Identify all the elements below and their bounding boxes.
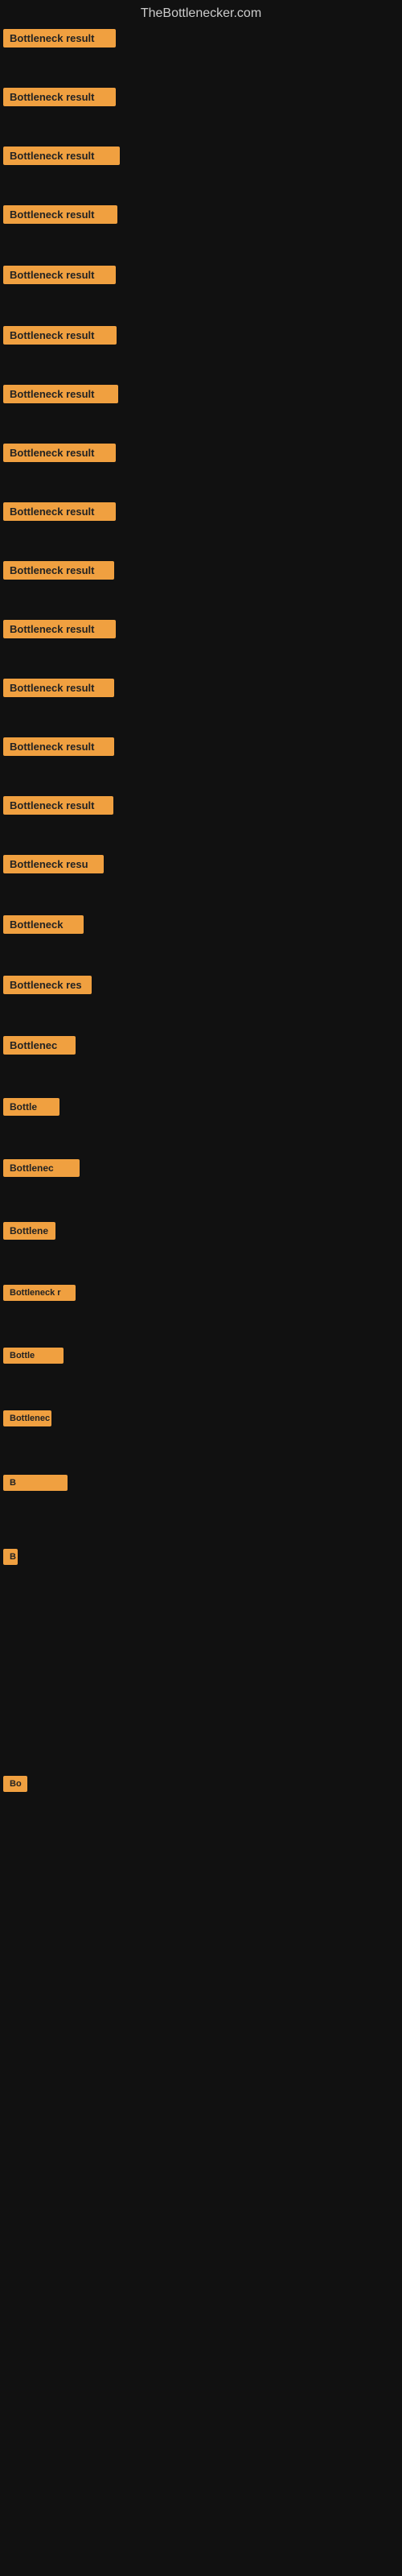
bottleneck-row: Bottleneck result	[3, 380, 402, 408]
bottleneck-row: Bottleneck resu	[3, 850, 402, 878]
bottleneck-badge[interactable]: Bottleneck res	[3, 976, 92, 994]
bottleneck-badge[interactable]: Bottleneck result	[3, 29, 116, 47]
bottleneck-badge[interactable]: Bottleneck result	[3, 326, 117, 345]
bottleneck-row: Bottleneck result	[3, 439, 402, 467]
bottleneck-row: Bottleneck result	[3, 556, 402, 584]
bottleneck-badge[interactable]: Bottleneck result	[3, 620, 116, 638]
bottleneck-row: Bottleneck result	[3, 321, 402, 349]
bottleneck-row: Bottle	[3, 1093, 402, 1121]
bottleneck-badge[interactable]: Bottleneck result	[3, 561, 114, 580]
bottleneck-badge[interactable]: Bottleneck result	[3, 679, 114, 697]
bottleneck-row: Bottlenec	[3, 1031, 402, 1059]
bottleneck-row: Bottleneck result	[3, 674, 402, 702]
bottleneck-row: Bottleneck result	[3, 791, 402, 819]
bottleneck-row: Bottleneck result	[3, 615, 402, 643]
bottleneck-badge[interactable]: Bottleneck result	[3, 266, 116, 284]
bottleneck-row: B	[3, 1544, 402, 1570]
bottleneck-badge[interactable]: B	[3, 1549, 18, 1565]
bottleneck-badge[interactable]: Bottleneck resu	[3, 855, 104, 873]
bottleneck-badge[interactable]: Bottle	[3, 1348, 64, 1364]
bottleneck-row: Bottlene	[3, 1217, 402, 1245]
bottleneck-badge[interactable]: B	[3, 1475, 68, 1491]
bottleneck-row: Bottleneck result	[3, 261, 402, 289]
bottleneck-badge[interactable]: Bottleneck	[3, 915, 84, 934]
bottleneck-row: Bottleneck r	[3, 1280, 402, 1306]
bottleneck-row: B	[3, 1470, 402, 1496]
bottleneck-row: Bottleneck result	[3, 83, 402, 111]
bottleneck-row: Bottleneck result	[3, 497, 402, 526]
bottleneck-badge[interactable]: Bottleneck result	[3, 385, 118, 403]
bottleneck-badge[interactable]: Bottlenec	[3, 1159, 80, 1177]
bottleneck-row: Bo	[3, 1771, 402, 1797]
bottleneck-row: Bottle	[3, 1343, 402, 1368]
bottleneck-badge[interactable]: Bottleneck result	[3, 147, 120, 165]
bottleneck-badge[interactable]: Bottleneck result	[3, 444, 116, 462]
bottleneck-badge[interactable]: Bottlenec	[3, 1036, 76, 1055]
bottleneck-badge[interactable]: Bottleneck result	[3, 88, 116, 106]
bottleneck-row: Bottleneck result	[3, 200, 402, 229]
bottleneck-badge[interactable]: Bottleneck result	[3, 796, 113, 815]
bottleneck-badge[interactable]: Bottleneck result	[3, 502, 116, 521]
bottleneck-badge[interactable]: Bottle	[3, 1098, 59, 1116]
bottleneck-row: Bottleneck res	[3, 971, 402, 999]
site-title: TheBottlenecker.com	[0, 0, 402, 24]
bottleneck-badge[interactable]: Bo	[3, 1776, 27, 1792]
bottleneck-badge[interactable]: Bottlenec	[3, 1410, 51, 1426]
bottleneck-row: Bottleneck result	[3, 142, 402, 170]
bottleneck-badge[interactable]: Bottleneck result	[3, 737, 114, 756]
bottleneck-row: Bottleneck	[3, 910, 402, 939]
bottleneck-badge[interactable]: Bottlene	[3, 1222, 55, 1240]
bottleneck-row: Bottleneck result	[3, 733, 402, 761]
bottleneck-badge[interactable]: Bottleneck result	[3, 205, 117, 224]
bottleneck-row: Bottlenec	[3, 1154, 402, 1182]
bottleneck-row: Bottleneck result	[3, 24, 402, 52]
bottleneck-row: Bottlenec	[3, 1406, 402, 1431]
bottleneck-rows-container: Bottleneck result Bottleneck result Bottle…	[0, 24, 402, 2521]
bottleneck-badge[interactable]: Bottleneck r	[3, 1285, 76, 1301]
